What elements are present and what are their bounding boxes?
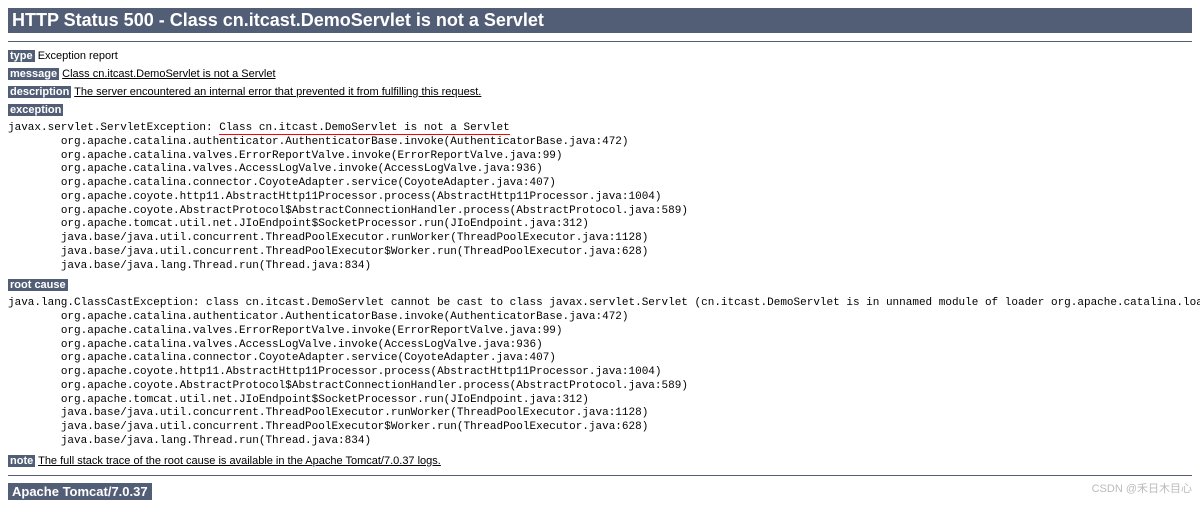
exception-highlight: Class cn.itcast.DemoServlet is not a Ser… <box>219 122 509 135</box>
exception-first-line: javax.servlet.ServletException: <box>8 122 219 134</box>
description-value: The server encountered an internal error… <box>74 86 481 98</box>
root-cause-row: root cause <box>8 279 1192 291</box>
type-label: type <box>8 50 35 62</box>
exception-trace: org.apache.catalina.authenticator.Authen… <box>8 136 688 272</box>
type-row: type Exception report <box>8 50 1192 62</box>
description-label: description <box>8 86 71 98</box>
note-value: The full stack trace of the root cause i… <box>38 455 441 467</box>
root-cause-stack: java.lang.ClassCastException: class cn.i… <box>8 297 1192 448</box>
message-value: Class cn.itcast.DemoServlet is not a Ser… <box>62 68 275 80</box>
note-row: note The full stack trace of the root ca… <box>8 455 1192 467</box>
exception-stack: javax.servlet.ServletException: Class cn… <box>8 122 1192 273</box>
description-row: description The server encountered an in… <box>8 86 1192 98</box>
divider <box>8 475 1192 476</box>
note-label: note <box>8 455 35 467</box>
exception-label: exception <box>8 104 63 116</box>
root-cause-label: root cause <box>8 279 68 291</box>
divider <box>8 41 1192 42</box>
footer-server: Apache Tomcat/7.0.37 <box>8 483 152 500</box>
page-title: HTTP Status 500 - Class cn.itcast.DemoSe… <box>8 8 1192 33</box>
watermark: CSDN @禾日木目心 <box>1092 480 1192 496</box>
message-label: message <box>8 68 59 80</box>
exception-row: exception <box>8 104 1192 116</box>
type-value: Exception report <box>38 50 118 62</box>
message-row: message Class cn.itcast.DemoServlet is n… <box>8 68 1192 80</box>
